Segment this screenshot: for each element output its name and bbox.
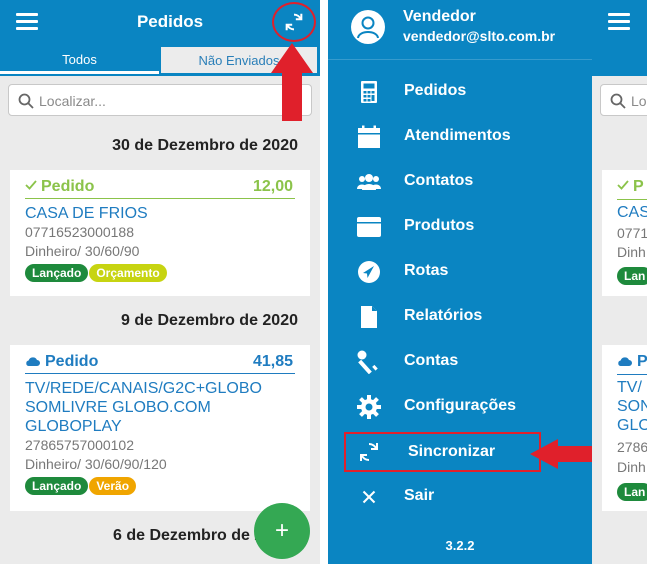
order-status: Pedido xyxy=(45,353,99,370)
order-client-line3: GLO xyxy=(617,417,647,434)
cloud-icon xyxy=(618,357,632,366)
menu-label: Pedidos xyxy=(404,82,467,99)
orders-screen-partial: Lo P CAS 0771 Dinh Lan P TV/ SON GLO 278… xyxy=(592,0,647,564)
badge-row: Lançado Orçamento xyxy=(25,264,295,284)
avatar xyxy=(351,10,385,44)
menu-item-configuracoes[interactable]: Configurações xyxy=(328,385,592,430)
close-icon xyxy=(362,490,376,504)
order-header: Pedido 41,85 xyxy=(25,351,295,374)
order-payment: Dinh xyxy=(617,244,646,260)
search-icon xyxy=(18,93,34,109)
order-header: Pedido 12,00 xyxy=(25,176,295,199)
plus-icon: + xyxy=(274,517,289,544)
box-icon xyxy=(357,217,381,237)
menu-item-rotas[interactable]: Rotas xyxy=(328,250,592,295)
search-placeholder: Lo xyxy=(631,93,647,109)
menu-label: Contas xyxy=(404,352,459,369)
sync-button[interactable] xyxy=(272,2,316,42)
annotation-arrow-left xyxy=(530,439,597,469)
add-order-button[interactable]: + xyxy=(254,503,310,559)
search-icon xyxy=(610,93,626,109)
menu-label: Configurações xyxy=(404,397,517,414)
navigation-icon xyxy=(358,261,380,283)
menu-item-relatorios[interactable]: Relatórios xyxy=(328,295,592,340)
order-status: P xyxy=(633,178,644,195)
order-card[interactable]: Pedido 41,85 TV/REDE/CANAIS/G2C+GLOBO SO… xyxy=(10,345,310,511)
status-badge: Lan xyxy=(617,483,647,501)
order-cnpj: 0771 xyxy=(617,225,647,241)
order-client: CAS xyxy=(617,204,647,221)
order-status: Pedido xyxy=(41,178,95,195)
menu-item-produtos[interactable]: Produtos xyxy=(328,205,592,250)
calculator-icon xyxy=(361,81,377,103)
menu-item-sair[interactable]: Sair xyxy=(328,475,592,520)
menu-item-pedidos[interactable]: Pedidos xyxy=(328,70,592,115)
date-header: 9 de Dezembro de 2020 xyxy=(121,312,298,329)
order-amount: 12,00 xyxy=(252,178,293,195)
navigation-drawer: Vendedor vendedor@slto.com.br Pedidos At… xyxy=(328,0,592,564)
key-icon xyxy=(357,350,378,374)
status-badge: Lançado xyxy=(25,264,89,282)
order-client-line1: TV/ xyxy=(617,379,642,396)
menu-label: Atendimentos xyxy=(404,127,511,144)
date-header: 30 de Dezembro de 2020 xyxy=(112,137,298,154)
document-icon xyxy=(361,306,377,328)
check-icon xyxy=(25,180,37,190)
order-client: CASA DE FRIOS xyxy=(25,205,148,222)
check-icon xyxy=(617,180,629,190)
search-input[interactable]: Localizar... xyxy=(8,84,312,116)
user-name: Vendedor xyxy=(403,8,476,25)
sync-icon xyxy=(360,443,378,461)
menu-item-contatos[interactable]: Contatos xyxy=(328,160,592,205)
type-badge: Orçamento xyxy=(89,264,167,282)
order-cnpj: 07716523000188 xyxy=(25,224,135,240)
order-card[interactable]: P TV/ SON GLO 2786 Dinh Lan xyxy=(602,345,647,511)
user-icon xyxy=(357,16,379,39)
search-placeholder: Localizar... xyxy=(39,93,106,109)
app-bar xyxy=(592,0,647,44)
user-email: vendedor@slto.com.br xyxy=(403,28,556,44)
gear-icon xyxy=(357,395,381,419)
calendar-icon xyxy=(358,125,380,148)
sync-icon xyxy=(285,13,303,31)
menu-label: Sincronizar xyxy=(408,443,496,460)
order-payment: Dinheiro/ 30/60/90 xyxy=(25,243,140,259)
tab-bar xyxy=(592,44,647,76)
order-cnpj: 27865757000102 xyxy=(25,437,135,453)
profile-header: Vendedor vendedor@slto.com.br xyxy=(328,0,592,60)
orders-screen: Pedidos Todos Não Enviados Localizar... … xyxy=(0,0,320,564)
menu-label: Contatos xyxy=(404,172,474,189)
search-input[interactable]: Lo xyxy=(600,84,647,116)
cloud-icon xyxy=(26,357,40,366)
order-amount: 41,85 xyxy=(252,353,293,370)
hamburger-menu-icon[interactable] xyxy=(608,13,630,31)
screenshot-root: Pedidos Todos Não Enviados Localizar... … xyxy=(0,0,647,564)
order-client: TV/REDE/CANAIS/G2C+GLOBO SOMLIVRE GLOBO.… xyxy=(25,380,262,435)
badge-row: Lançado Verão xyxy=(25,477,295,497)
menu-item-sincronizar[interactable]: Sincronizar xyxy=(344,432,541,472)
group-icon xyxy=(357,174,381,190)
order-payment: Dinh xyxy=(617,459,646,475)
status-badge: Lan xyxy=(617,267,647,285)
tab-todos[interactable]: Todos xyxy=(0,46,159,74)
annotation-arrow-up xyxy=(271,43,313,121)
menu-label: Produtos xyxy=(404,217,475,234)
order-card[interactable]: P CAS 0771 Dinh Lan xyxy=(602,170,647,296)
order-status: P xyxy=(637,353,647,370)
menu-label: Sair xyxy=(404,487,435,504)
status-badge: Lançado xyxy=(25,477,89,495)
menu-item-contas[interactable]: Contas xyxy=(328,340,592,385)
order-payment: Dinheiro/ 30/60/90/120 xyxy=(25,456,167,472)
order-client-line2: SON xyxy=(617,398,647,415)
menu-label: Rotas xyxy=(404,262,449,279)
menu-label: Relatórios xyxy=(404,307,483,324)
type-badge: Verão xyxy=(89,477,137,495)
order-card[interactable]: Pedido 12,00 CASA DE FRIOS 0771652300018… xyxy=(10,170,310,296)
menu-item-atendimentos[interactable]: Atendimentos xyxy=(328,115,592,160)
order-cnpj: 2786 xyxy=(617,439,647,455)
app-version: 3.2.2 xyxy=(445,538,475,553)
